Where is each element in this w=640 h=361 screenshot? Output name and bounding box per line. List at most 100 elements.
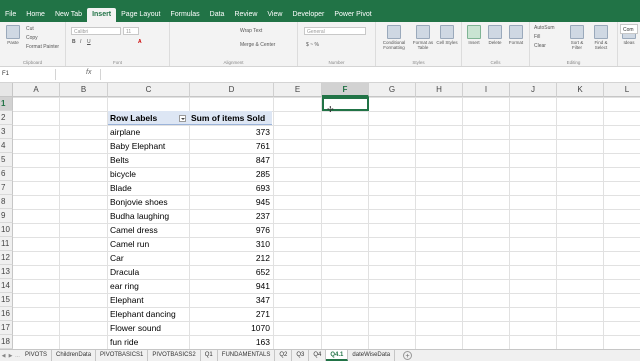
pivot-row-label[interactable]: Blade (108, 181, 190, 195)
pivot-row-label[interactable]: airplane (108, 125, 190, 139)
pivot-row-value[interactable]: 285 (190, 167, 272, 181)
row-header-4[interactable]: 4 (0, 139, 13, 153)
pivot-row-value[interactable]: 212 (190, 251, 272, 265)
row-header-17[interactable]: 17 (0, 321, 13, 335)
sheet-tab-q4-1[interactable]: Q4.1 (326, 350, 349, 361)
tab-developer[interactable]: Developer (287, 8, 329, 22)
pivot-row-label[interactable]: bicycle (108, 167, 190, 181)
format-as-table-button[interactable]: Format as Table (412, 25, 434, 50)
pivot-row-label[interactable]: Belts (108, 153, 190, 167)
pivot-row-value[interactable]: 976 (190, 223, 272, 237)
row-header-10[interactable]: 10 (0, 223, 13, 237)
row-header-11[interactable]: 11 (0, 237, 13, 251)
number-format-select[interactable]: General (304, 27, 366, 35)
cell-styles-button[interactable]: Cell Styles (436, 25, 458, 45)
pivot-sum-header[interactable]: Sum of items Sold (190, 111, 272, 125)
sheet-tab-pivotbasics2[interactable]: PIVOTBASICS2 (148, 350, 201, 361)
pivot-row-value[interactable]: 237 (190, 209, 272, 223)
row-header-2[interactable]: 2 (0, 111, 13, 125)
spreadsheet-grid[interactable]: ABCDEFGHIJKL 1 2 3 4 5 6 7 8 9 10 11 12 13 14 15 16 17 18… (0, 83, 640, 349)
underline-button[interactable]: U (87, 39, 91, 45)
pivot-row-value[interactable]: 1070 (190, 321, 272, 335)
sheet-tab-childrendata[interactable]: ChildrenData (52, 350, 97, 361)
delete-cells-button[interactable]: Delete (484, 25, 506, 45)
pivot-row-value[interactable]: 347 (190, 293, 272, 307)
autosum-button[interactable]: AutoSum (534, 25, 555, 31)
column-header-d[interactable]: D (190, 83, 274, 97)
select-all-corner[interactable] (0, 83, 13, 97)
row-header-1[interactable]: 1 (0, 97, 13, 111)
row-header-13[interactable]: 13 (0, 265, 13, 279)
italic-button[interactable]: I (80, 39, 81, 45)
row-header-15[interactable]: 15 (0, 293, 13, 307)
font-name-select[interactable]: Calibri (71, 27, 121, 35)
sort-filter-button[interactable]: Sort & Filter (566, 25, 588, 50)
pivot-row-value[interactable]: 652 (190, 265, 272, 279)
pivot-row-value[interactable]: 941 (190, 279, 272, 293)
format-cells-button[interactable]: Format (505, 25, 527, 45)
pivot-row-label[interactable]: Camel dress (108, 223, 190, 237)
wrap-text-button[interactable]: Wrap Text (240, 28, 262, 34)
sheet-tab-datewisedata[interactable]: dateWiseData (348, 350, 396, 361)
copy-button[interactable]: Copy (26, 35, 38, 41)
tab-data[interactable]: Data (205, 8, 230, 22)
row-header-16[interactable]: 16 (0, 307, 13, 321)
font-color-button[interactable]: A (138, 39, 142, 45)
tab-view[interactable]: View (262, 8, 287, 22)
pivot-row-label[interactable]: Dracula (108, 265, 190, 279)
tab-new-tab[interactable]: New Tab (50, 8, 87, 22)
tab-file[interactable]: File (0, 8, 21, 22)
sheet-tab-pivotbasics1[interactable]: PIVOTBASICS1 (96, 350, 149, 361)
row-header-6[interactable]: 6 (0, 167, 13, 181)
column-header-c[interactable]: C (108, 83, 190, 97)
tab-formulas[interactable]: Formulas (165, 8, 204, 22)
column-header-k[interactable]: K (557, 83, 604, 97)
pivot-row-label[interactable]: Elephant dancing (108, 307, 190, 321)
find-select-button[interactable]: Find & Select (590, 25, 612, 50)
column-header-b[interactable]: B (60, 83, 108, 97)
add-sheet-icon[interactable]: + (403, 351, 413, 360)
sheet-tab-fundamentals[interactable]: FUNDAMENTALS (218, 350, 276, 361)
tab-page-layout[interactable]: Page Layout (116, 8, 165, 22)
column-header-e[interactable]: E (274, 83, 322, 97)
comments-button[interactable]: Com (620, 24, 638, 34)
column-header-i[interactable]: I (463, 83, 510, 97)
pivot-row-value[interactable]: 310 (190, 237, 272, 251)
pivot-row-label[interactable]: Bonjovie shoes (108, 195, 190, 209)
pivot-row-label[interactable]: Elephant (108, 293, 190, 307)
sheet-tab-q4[interactable]: Q4 (309, 350, 327, 361)
conditional-formatting-button[interactable]: Conditional Formatting (378, 25, 410, 50)
pivot-row-value[interactable]: 847 (190, 153, 272, 167)
sheet-tab-q1[interactable]: Q1 (201, 350, 218, 361)
pivot-row-label[interactable]: Flower sound (108, 321, 190, 335)
fill-button[interactable]: Fill (534, 34, 540, 40)
name-box[interactable]: F1 (0, 69, 56, 80)
merge-center-button[interactable]: Merge & Center (240, 42, 275, 48)
tab-home[interactable]: Home (21, 8, 50, 22)
fx-icon[interactable]: fx (86, 69, 91, 76)
pivot-row-value[interactable]: 373 (190, 125, 272, 139)
row-header-5[interactable]: 5 (0, 153, 13, 167)
filter-dropdown-icon[interactable] (179, 115, 186, 122)
tab-insert[interactable]: Insert (87, 8, 117, 22)
format-painter-button[interactable]: Format Painter (26, 44, 59, 50)
pivot-row-value[interactable]: 761 (190, 139, 272, 153)
row-header-18[interactable]: 18 (0, 335, 13, 349)
column-header-g[interactable]: G (369, 83, 416, 97)
column-header-a[interactable]: A (13, 83, 60, 97)
bold-button[interactable]: B (72, 39, 76, 45)
row-header-3[interactable]: 3 (0, 125, 13, 139)
pivot-row-label[interactable]: Baby Elephant (108, 139, 190, 153)
sheet-prev-icon[interactable]: ◀ (0, 353, 7, 359)
pivot-row-label[interactable]: fun ride (108, 335, 190, 349)
sheet-more-icon[interactable]: … (14, 353, 21, 359)
row-header-12[interactable]: 12 (0, 251, 13, 265)
pivot-row-value[interactable]: 271 (190, 307, 272, 321)
clear-button[interactable]: Clear (534, 43, 546, 49)
paste-button[interactable]: Paste (2, 25, 24, 45)
tab-review[interactable]: Review (229, 8, 262, 22)
column-header-j[interactable]: J (510, 83, 557, 97)
pivot-row-label[interactable]: Camel run (108, 237, 190, 251)
cut-button[interactable]: Cut (26, 26, 34, 32)
font-size-select[interactable]: 11 (123, 27, 139, 35)
